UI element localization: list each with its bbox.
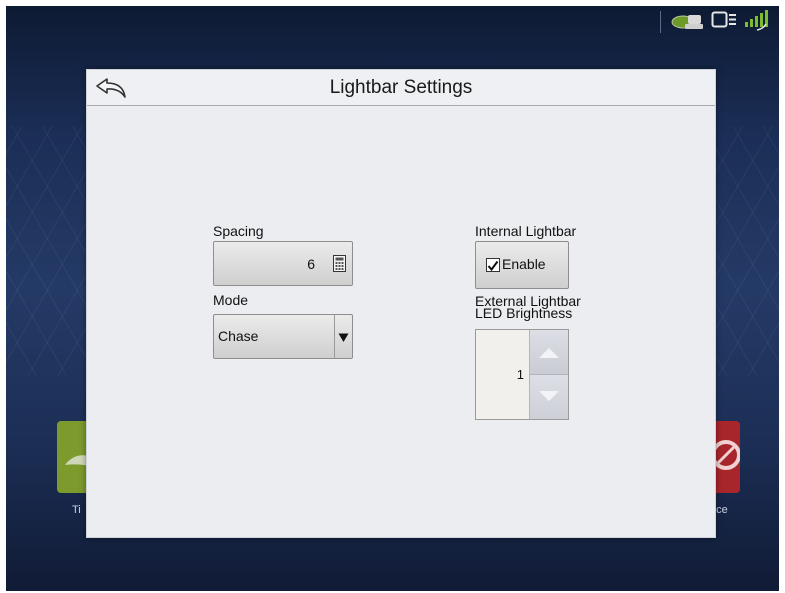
mode-label: Mode xyxy=(213,292,249,308)
internal-lightbar-label: Internal Lightbar xyxy=(475,223,577,239)
external-lightbar-label: External Lightbar LED Brightness xyxy=(475,294,581,321)
background-tile-label-left: Ti xyxy=(72,504,81,516)
decrease-button[interactable] xyxy=(529,375,568,419)
spacing-value: 6 xyxy=(307,256,315,272)
gps-icon[interactable] xyxy=(671,9,705,36)
internal-lightbar-enable-toggle[interactable]: Enable xyxy=(475,241,569,289)
arrow-up-icon xyxy=(539,348,559,358)
mode-dropdown[interactable]: Chase xyxy=(213,314,353,359)
dialog-header: Lightbar Settings xyxy=(87,70,715,106)
enable-checkbox[interactable] xyxy=(486,258,500,272)
lightbar-settings-dialog: Lightbar Settings Spacing 6 Mode Chase I… xyxy=(86,69,716,538)
dialog-title: Lightbar Settings xyxy=(329,77,473,98)
led-brightness-stepper: 1 xyxy=(475,329,569,420)
calculator-icon xyxy=(333,255,346,277)
led-brightness-value: 1 xyxy=(516,367,524,382)
spacing-field[interactable]: 6 xyxy=(213,241,353,286)
dropdown-divider xyxy=(334,315,335,358)
status-divider xyxy=(660,11,661,33)
spacing-label: Spacing xyxy=(213,223,264,239)
mode-value: Chase xyxy=(218,328,259,344)
chevron-down-icon xyxy=(338,330,349,348)
status-bar xyxy=(660,8,771,36)
arrow-down-icon xyxy=(539,391,559,401)
enable-label: Enable xyxy=(502,256,546,272)
increase-button[interactable] xyxy=(529,330,568,375)
satellite-signal-icon[interactable] xyxy=(743,8,771,37)
checkmark-icon xyxy=(487,260,499,272)
external-lightbar-label-line2: LED Brightness xyxy=(475,305,573,321)
display-icon[interactable] xyxy=(711,9,737,36)
